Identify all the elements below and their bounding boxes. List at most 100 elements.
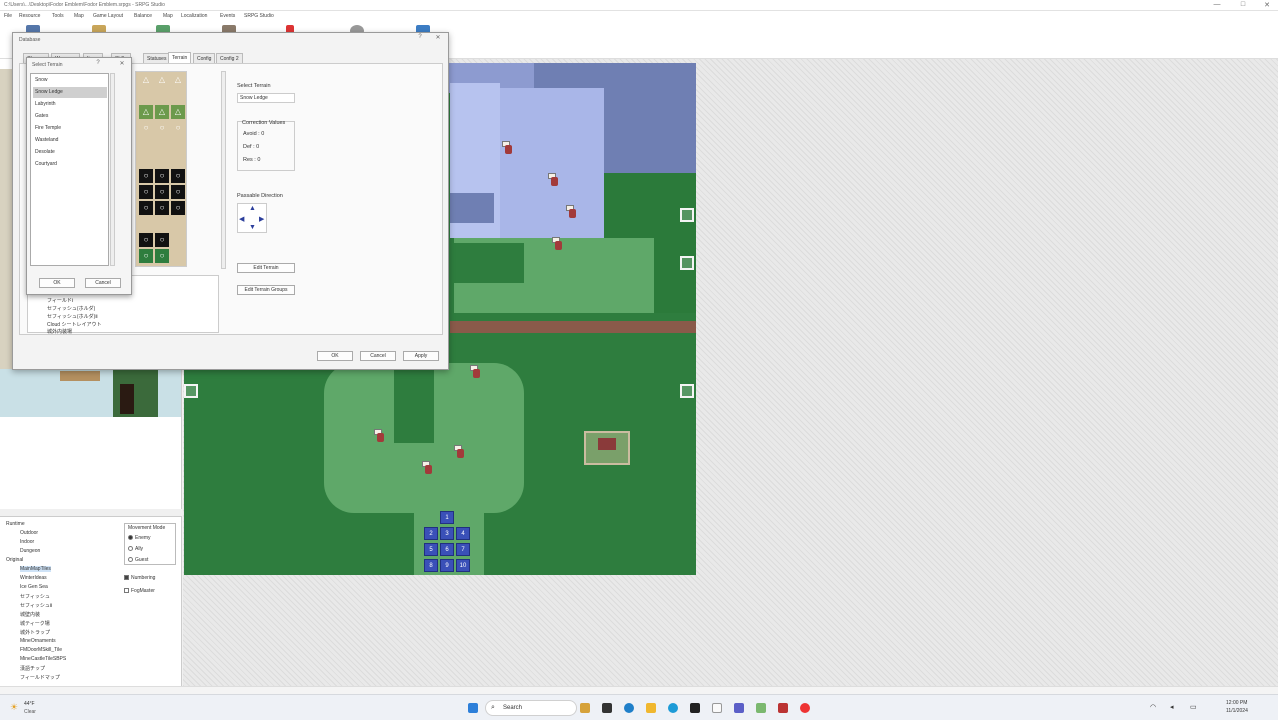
tree-item[interactable]: 漢語チップ: [20, 665, 45, 672]
volume-icon[interactable]: ◂: [1170, 703, 1174, 711]
start-tile-9[interactable]: 9: [440, 559, 454, 572]
triangle-icon[interactable]: △: [139, 73, 153, 87]
edge-icon[interactable]: [624, 703, 634, 713]
srpg-studio-icon[interactable]: [756, 703, 766, 713]
menu-srpg-studio[interactable]: SRPG Studio: [244, 13, 274, 19]
edit-terrain-button[interactable]: Edit Terrain: [237, 263, 295, 273]
start-tile-2[interactable]: 2: [424, 527, 438, 540]
wifi-icon[interactable]: ◠: [1150, 703, 1156, 711]
triangle-icon[interactable]: △: [171, 105, 185, 119]
weather-temp[interactable]: 44°F: [24, 701, 35, 707]
terrain-item-labyrinth[interactable]: Labyrinth: [33, 99, 107, 110]
start-tile-6[interactable]: 6: [440, 543, 454, 556]
circle-icon[interactable]: ○: [171, 185, 185, 199]
circle-icon[interactable]: ○: [155, 169, 169, 183]
circle-icon[interactable]: ○: [155, 233, 169, 247]
tree-item[interactable]: Dungeon: [20, 548, 40, 554]
tab-statuses[interactable]: Statuses: [143, 53, 171, 63]
database-cancel-button[interactable]: Cancel: [360, 351, 396, 361]
arrow-up-icon[interactable]: ▲: [249, 205, 256, 212]
database-ok-button[interactable]: OK: [317, 351, 353, 361]
dialog-close-icon[interactable]: ✕: [429, 34, 447, 41]
terrain-item-gates[interactable]: Gates: [33, 111, 107, 122]
tree-item[interactable]: FMDoorMSkill_Tile: [20, 647, 62, 653]
tree-item[interactable]: 城ティーク場: [20, 620, 50, 627]
edit-terrain-groups-button[interactable]: Edit Terrain Groups: [237, 285, 295, 295]
menu-tools[interactable]: Tools: [52, 13, 64, 19]
tree-item[interactable]: 城外トラップ: [20, 629, 50, 636]
tree-item[interactable]: Outdoor: [20, 530, 38, 536]
notepad-icon[interactable]: [712, 703, 722, 713]
passable-direction-widget[interactable]: ▲ ◀ ▶ ▼: [237, 203, 267, 233]
terrain-item-snow-ledge[interactable]: Snow Ledge: [33, 87, 107, 98]
tree-item[interactable]: 城壁内装: [20, 611, 40, 618]
tree-item[interactable]: MineCastleTileSBPS: [20, 656, 66, 662]
terrain-item-courtyard[interactable]: Courtyard: [33, 159, 107, 170]
enemy-unit[interactable]: [548, 173, 560, 187]
terrain-list[interactable]: Snow Snow Ledge Labyrinth Gates Fire Tem…: [30, 73, 109, 266]
tab-config-2[interactable]: Config 2: [216, 53, 243, 63]
enemy-unit[interactable]: [470, 365, 482, 379]
enemy-unit[interactable]: [552, 237, 564, 251]
circle-icon[interactable]: ○: [171, 201, 185, 215]
circle-icon[interactable]: ○: [155, 121, 169, 135]
tree-item[interactable]: Ice Gen Sea: [20, 584, 48, 590]
terrain-item-wasteland[interactable]: Wasteland: [33, 135, 107, 146]
start-tile-3[interactable]: 3: [440, 527, 454, 540]
triangle-icon[interactable]: △: [171, 73, 185, 87]
select-terrain-ok-button[interactable]: OK: [39, 278, 75, 288]
circle-icon[interactable]: ○: [139, 121, 153, 135]
minimize-button[interactable]: —: [1208, 1, 1226, 8]
enemy-unit[interactable]: [502, 141, 514, 155]
tree-item[interactable]: フィールドマップ: [20, 674, 60, 681]
terminal-icon[interactable]: [690, 703, 700, 713]
maximize-button[interactable]: □: [1234, 1, 1252, 8]
arrow-right-icon[interactable]: ▶: [259, 215, 264, 223]
tree-item[interactable]: セフィッシュ: [20, 593, 50, 600]
terrain-group-item[interactable]: セフィッシュ(ホルダ): [47, 305, 95, 312]
close-icon[interactable]: ✕: [113, 60, 131, 67]
mode-guest-radio[interactable]: Guest: [128, 557, 148, 563]
start-tile-10[interactable]: 10: [456, 559, 470, 572]
terrain-group-item[interactable]: Cloud シートレイアウト: [47, 321, 101, 328]
start-icon[interactable]: [468, 703, 478, 713]
app-icon[interactable]: [778, 703, 788, 713]
clock-date[interactable]: 11/1/2024: [1226, 708, 1248, 714]
teams-icon[interactable]: [734, 703, 744, 713]
tree-item[interactable]: MainMapTiles: [20, 566, 51, 572]
select-terrain-cancel-button[interactable]: Cancel: [85, 278, 121, 288]
menu-game-layout[interactable]: Game Layout: [93, 13, 123, 19]
clock-time[interactable]: 12:00 PM: [1226, 700, 1247, 706]
enemy-unit[interactable]: [454, 445, 466, 459]
menu-balance[interactable]: Balance: [134, 13, 152, 19]
arrow-down-icon[interactable]: ▼: [249, 224, 256, 231]
circle-icon[interactable]: ○: [171, 169, 185, 183]
triangle-icon[interactable]: △: [139, 105, 153, 119]
triangle-icon[interactable]: △: [155, 73, 169, 87]
terrain-list-scrollbar[interactable]: [110, 73, 115, 266]
battery-icon[interactable]: ▭: [1190, 703, 1197, 711]
widget-icon[interactable]: [580, 703, 590, 713]
start-tile-4[interactable]: 4: [456, 527, 470, 540]
recorder-icon[interactable]: [800, 703, 810, 713]
tree-item[interactable]: WinterIdeas: [20, 575, 47, 581]
terrain-item-fire-temple[interactable]: Fire Temple: [33, 123, 107, 134]
mode-ally-radio[interactable]: Ally: [128, 546, 143, 552]
enemy-unit[interactable]: [422, 461, 434, 475]
arrow-left-icon[interactable]: ◀: [239, 215, 244, 223]
fogmaster-checkbox[interactable]: FogMaster: [124, 588, 155, 594]
start-tile-7[interactable]: 7: [456, 543, 470, 556]
tree-item[interactable]: Indoor: [20, 539, 34, 545]
menu-resource[interactable]: Resource: [19, 13, 40, 19]
terrain-item-snow[interactable]: Snow: [33, 75, 107, 86]
circle-icon[interactable]: ○: [139, 249, 153, 263]
tree-item[interactable]: MineOrnaments: [20, 638, 56, 644]
dialog-help-icon[interactable]: ?: [411, 34, 429, 40]
browser-icon[interactable]: [668, 703, 678, 713]
circle-icon[interactable]: ○: [139, 169, 153, 183]
menu-file[interactable]: File: [4, 13, 12, 19]
task-view-icon[interactable]: [602, 703, 612, 713]
numbering-checkbox[interactable]: Numbering: [124, 575, 155, 581]
terrain-group-item[interactable]: 城外内装場: [47, 328, 72, 335]
menu-events[interactable]: Events: [220, 13, 235, 19]
